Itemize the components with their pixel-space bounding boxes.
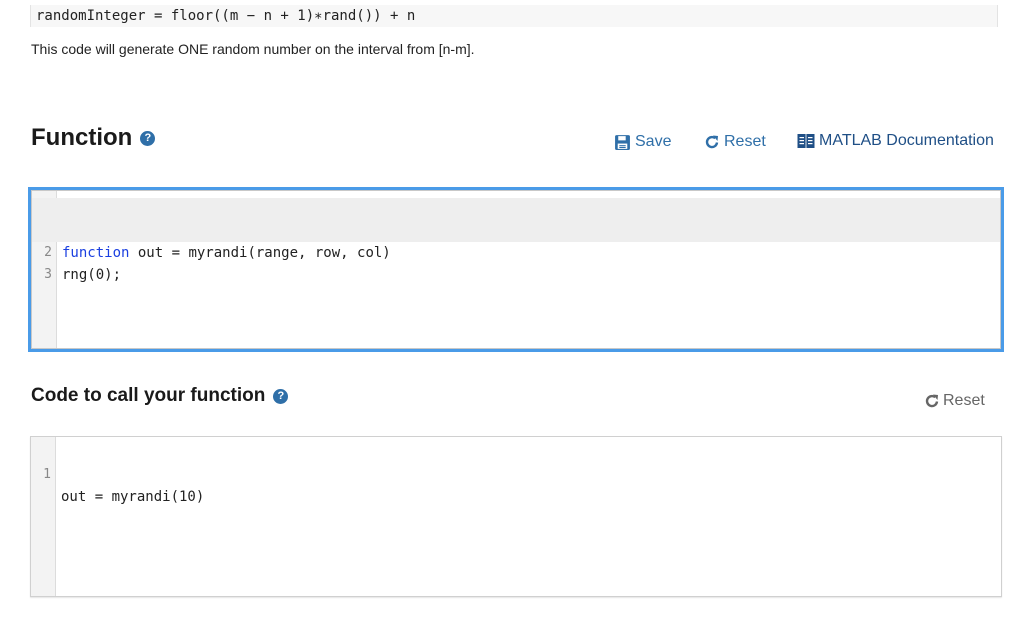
code-line[interactable]: 3	[32, 242, 1000, 282]
call-heading: Code to call your function ?	[31, 385, 289, 407]
help-icon[interactable]: ?	[273, 388, 289, 404]
reset-label: Reset	[943, 392, 985, 409]
reset-button[interactable]: Reset	[704, 131, 766, 153]
function-heading: Function ?	[31, 124, 156, 152]
call-editor[interactable]: 1 out = myrandi(10)	[30, 436, 1002, 597]
floppy-disk-icon	[614, 134, 631, 151]
description-text: This code will generate ONE random numbe…	[31, 41, 475, 57]
help-icon[interactable]: ?	[140, 130, 156, 146]
doc-label: MATLAB Documentation	[819, 132, 994, 149]
refresh-icon	[704, 134, 720, 150]
code-line[interactable]: 2 rng(0);	[32, 220, 1000, 283]
book-icon	[797, 133, 815, 149]
save-button[interactable]: Save	[614, 131, 671, 153]
line-number: 1	[43, 467, 51, 482]
function-editor[interactable]: 1 function out = myrandi(range, row, col…	[28, 187, 1004, 352]
call-reset-button[interactable]: Reset	[924, 392, 985, 410]
save-label: Save	[635, 133, 672, 150]
function-title: Function	[31, 124, 133, 151]
code-snippet: randomInteger = floor((m − n + 1)∗rand()…	[30, 5, 998, 27]
reset-label: Reset	[724, 133, 766, 150]
refresh-icon	[924, 393, 940, 409]
line-number: 3	[44, 267, 52, 282]
code-text: out = myrandi(10)	[61, 489, 205, 505]
code-line[interactable]: 1 function out = myrandi(range, row, col…	[32, 198, 1000, 261]
call-title: Code to call your function	[31, 385, 266, 406]
matlab-documentation-link[interactable]: MATLAB Documentation	[797, 130, 994, 152]
code-line[interactable]: 1 out = myrandi(10)	[31, 442, 1001, 505]
